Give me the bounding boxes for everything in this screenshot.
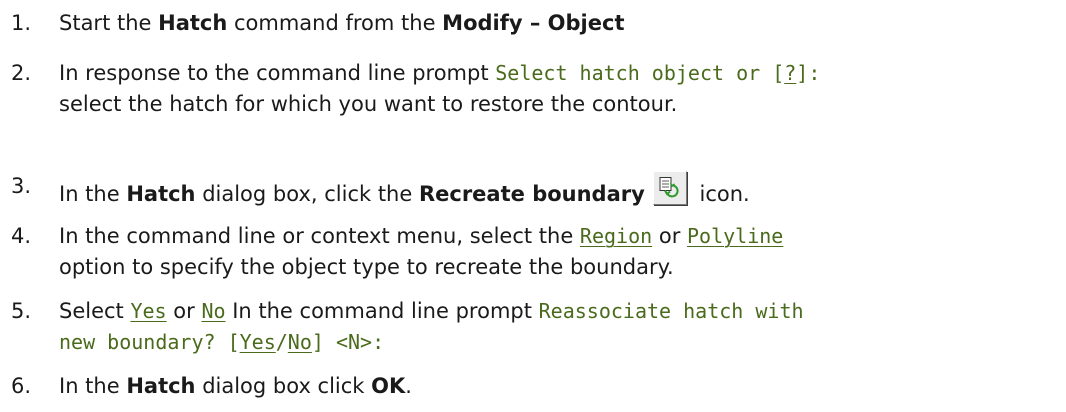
step-number: 5. — [11, 299, 32, 323]
dialog-name: Hatch — [126, 374, 196, 398]
text: In the — [59, 182, 127, 206]
prompt-text: new boundary? [ — [59, 330, 240, 354]
prompt-option-no[interactable]: No — [288, 330, 312, 354]
text: In the command line prompt — [225, 299, 539, 323]
option-region[interactable]: Region — [580, 224, 652, 248]
button-name: OK — [371, 374, 406, 398]
prompt-text: ] <N>: — [311, 330, 385, 354]
option-polyline[interactable]: Polyline — [687, 224, 783, 248]
option-yes[interactable]: Yes — [130, 299, 166, 323]
text: Select — [59, 299, 131, 323]
text: dialog box, click the — [195, 182, 419, 206]
step-text: select the hatch for which you want to r… — [59, 92, 678, 116]
command-prompt: new boundary? [Yes/No] <N>: — [59, 330, 384, 354]
dialog-name: Hatch — [126, 182, 196, 206]
menu-name: Modify – Object — [442, 11, 625, 35]
step-text: In the Hatch dialog box, click the Recre… — [59, 171, 1059, 210]
text: Start the — [59, 11, 159, 35]
text: icon. — [692, 182, 750, 206]
button-name: Recreate boundary — [418, 182, 645, 206]
step-number: 4. — [11, 224, 32, 248]
step-text: option to specify the object type to rec… — [59, 255, 674, 279]
step-text: In response to the command line prompt S… — [59, 58, 1059, 89]
step-text: In the Hatch dialog box click OK. — [59, 371, 1059, 402]
step-text: Start the Hatch command from the Modify … — [59, 8, 1059, 39]
option-no[interactable]: No — [201, 299, 225, 323]
step-number: 1. — [11, 11, 32, 35]
text: . — [405, 374, 412, 398]
text: command from the — [227, 11, 443, 35]
step-number: 3. — [11, 174, 32, 198]
command-name: Hatch — [158, 11, 228, 35]
prompt-text: / — [275, 330, 288, 354]
text: In the command line or context menu, sel… — [59, 224, 580, 248]
text: dialog box click — [195, 374, 372, 398]
text: or — [166, 299, 202, 323]
text: or — [652, 224, 688, 248]
command-prompt: Reassociate hatch with — [538, 299, 804, 323]
recreate-boundary-icon[interactable] — [652, 171, 687, 205]
step-text: new boundary? [Yes/No] <N>: — [59, 327, 1059, 358]
prompt-option-help[interactable]: ? — [784, 61, 796, 85]
step-number: 6. — [11, 374, 32, 398]
step-number: 2. — [11, 61, 32, 85]
text: In response to the command line prompt — [59, 61, 496, 85]
step-text: Select Yes or No In the command line pro… — [59, 296, 1059, 327]
prompt-text: ]: — [796, 61, 821, 85]
prompt-text: Select hatch object or [ — [495, 61, 785, 85]
prompt-option-yes[interactable]: Yes — [240, 330, 276, 354]
step-text: In the command line or context menu, sel… — [59, 221, 1059, 252]
command-prompt: Select hatch object or [?]: — [495, 61, 820, 85]
text: In the — [59, 374, 127, 398]
